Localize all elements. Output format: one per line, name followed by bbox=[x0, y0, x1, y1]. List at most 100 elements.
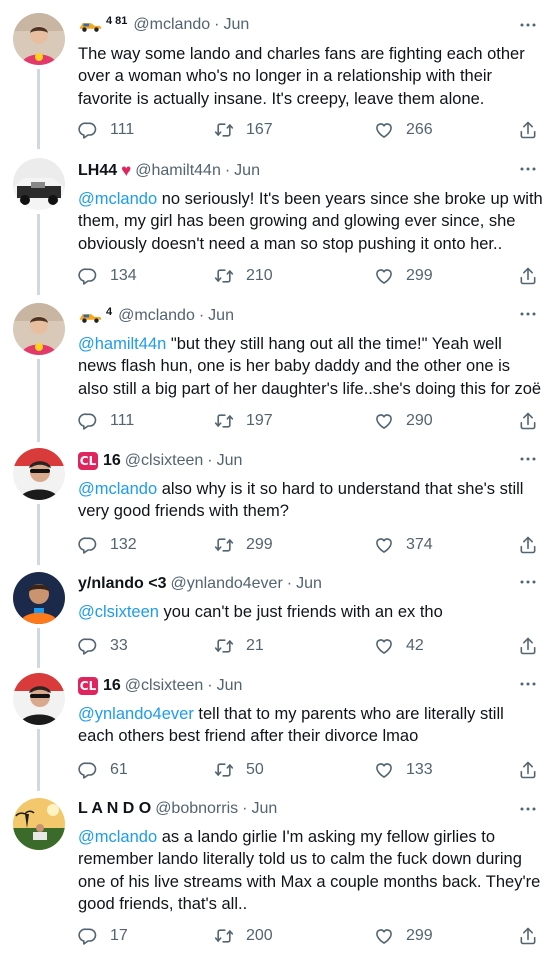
tweet-actions: 33 21 42 bbox=[78, 635, 538, 657]
like-count: 290 bbox=[406, 412, 433, 429]
timestamp[interactable]: Jun bbox=[296, 575, 322, 593]
timestamp[interactable]: Jun bbox=[208, 307, 234, 325]
tweet-header: 4 81 @mclando · Jun bbox=[78, 14, 249, 36]
reply-button[interactable]: 17 bbox=[78, 925, 128, 947]
mention-link[interactable]: @ynlando4ever bbox=[78, 705, 194, 723]
retweet-button[interactable]: 200 bbox=[214, 925, 273, 947]
display-name[interactable]: 4 81 bbox=[106, 15, 129, 34]
display-name[interactable]: LH44 bbox=[78, 162, 117, 180]
like-icon bbox=[374, 120, 394, 140]
timestamp[interactable]: Jun bbox=[223, 16, 249, 34]
display-name[interactable]: 16 bbox=[103, 452, 121, 470]
tweet[interactable]: CL 16 @clsixteen · Jun @mclando also why… bbox=[0, 438, 555, 565]
timestamp[interactable]: Jun bbox=[217, 677, 243, 695]
display-name[interactable]: L A N D O bbox=[78, 800, 151, 818]
display-name[interactable]: 16 bbox=[103, 677, 121, 695]
reply-button[interactable]: 61 bbox=[78, 759, 128, 781]
like-button[interactable]: 374 bbox=[374, 534, 433, 556]
avatar[interactable] bbox=[13, 448, 65, 500]
share-button[interactable] bbox=[518, 265, 538, 287]
mention-link[interactable]: @hamilt44n bbox=[78, 335, 166, 353]
avatar[interactable] bbox=[13, 303, 65, 355]
retweet-count: 167 bbox=[246, 121, 273, 138]
more-options-icon[interactable] bbox=[517, 800, 539, 818]
timestamp[interactable]: Jun bbox=[234, 162, 260, 180]
share-button[interactable] bbox=[518, 635, 538, 657]
like-button[interactable]: 266 bbox=[374, 119, 433, 141]
tweet[interactable]: L A N D O @bobnorris · Jun @mclando as a… bbox=[0, 788, 555, 960]
tweet-text: @mclando also why is it so hard to under… bbox=[78, 478, 544, 523]
timestamp[interactable]: Jun bbox=[217, 452, 243, 470]
user-handle[interactable]: @ynlando4ever bbox=[170, 575, 282, 593]
user-handle[interactable]: @mclando bbox=[118, 307, 195, 325]
avatar[interactable] bbox=[13, 13, 65, 65]
reply-button[interactable]: 132 bbox=[78, 534, 137, 556]
like-count: 374 bbox=[406, 536, 433, 553]
retweet-button[interactable]: 210 bbox=[214, 265, 273, 287]
share-button[interactable] bbox=[518, 119, 538, 141]
share-icon bbox=[518, 760, 538, 780]
share-button[interactable] bbox=[518, 759, 538, 781]
like-icon bbox=[374, 411, 394, 431]
retweet-icon bbox=[214, 760, 234, 780]
reply-button[interactable]: 111 bbox=[78, 410, 134, 432]
like-button[interactable]: 290 bbox=[374, 410, 433, 432]
avatar[interactable] bbox=[13, 572, 65, 624]
avatar[interactable] bbox=[13, 158, 65, 210]
share-button[interactable] bbox=[518, 925, 538, 947]
reply-button[interactable]: 134 bbox=[78, 265, 137, 287]
avatar[interactable] bbox=[13, 673, 65, 725]
more-options-icon[interactable] bbox=[517, 305, 539, 323]
user-handle[interactable]: @clsixteen bbox=[125, 677, 204, 695]
tweet[interactable]: y/nlando <3 @ynlando4ever · Jun @clsixte… bbox=[0, 562, 555, 668]
mention-link[interactable]: @clsixteen bbox=[78, 603, 159, 621]
mention-link[interactable]: @mclando bbox=[78, 828, 157, 846]
user-handle[interactable]: @bobnorris bbox=[155, 800, 238, 818]
mention-link[interactable]: @mclando bbox=[78, 480, 157, 498]
like-icon bbox=[374, 535, 394, 555]
tweet-text: @hamilt44n "but they still hang out all … bbox=[78, 333, 544, 400]
user-handle[interactable]: @mclando bbox=[133, 16, 210, 34]
retweet-icon bbox=[214, 926, 234, 946]
user-handle[interactable]: @clsixteen bbox=[125, 452, 204, 470]
more-options-icon[interactable] bbox=[517, 573, 539, 591]
tweet-body: you can't be just friends with an ex tho bbox=[158, 603, 443, 621]
like-icon bbox=[374, 760, 394, 780]
like-button[interactable]: 42 bbox=[374, 635, 424, 657]
tweet-text: @ynlando4ever tell that to my parents wh… bbox=[78, 703, 544, 748]
more-options-icon[interactable] bbox=[517, 160, 539, 178]
share-button[interactable] bbox=[518, 534, 538, 556]
tweet[interactable]: CL 16 @clsixteen · Jun @ynlando4ever tel… bbox=[0, 664, 555, 791]
thread-connector-line bbox=[37, 628, 40, 668]
like-count: 299 bbox=[406, 267, 433, 284]
retweet-button[interactable]: 21 bbox=[214, 635, 264, 657]
retweet-button[interactable]: 50 bbox=[214, 759, 264, 781]
share-button[interactable] bbox=[518, 410, 538, 432]
display-name[interactable]: 4 bbox=[106, 306, 114, 325]
retweet-button[interactable]: 197 bbox=[214, 410, 273, 432]
tweet[interactable]: 4 81 @mclando · Jun The way some lando a… bbox=[0, 0, 555, 149]
reply-button[interactable]: 111 bbox=[78, 119, 134, 141]
reply-count: 33 bbox=[110, 637, 128, 654]
tweet[interactable]: LH44 ♥ @hamilt44n · Jun @mclando no seri… bbox=[0, 146, 555, 295]
display-name[interactable]: y/nlando <3 bbox=[78, 575, 166, 593]
like-button[interactable]: 133 bbox=[374, 759, 433, 781]
tweet-header: CL 16 @clsixteen · Jun bbox=[78, 450, 242, 472]
reply-button[interactable]: 33 bbox=[78, 635, 128, 657]
mention-link[interactable]: @mclando bbox=[78, 190, 157, 208]
separator-dot: · bbox=[224, 162, 231, 179]
more-options-icon[interactable] bbox=[517, 450, 539, 468]
like-button[interactable]: 299 bbox=[374, 265, 433, 287]
tweet[interactable]: 4 @mclando · Jun @hamilt44n "but they st… bbox=[0, 292, 555, 442]
timestamp[interactable]: Jun bbox=[251, 800, 277, 818]
separator-dot: · bbox=[286, 575, 293, 592]
avatar[interactable] bbox=[13, 798, 65, 850]
retweet-button[interactable]: 299 bbox=[214, 534, 273, 556]
like-count: 42 bbox=[406, 637, 424, 654]
share-icon bbox=[518, 120, 538, 140]
retweet-button[interactable]: 167 bbox=[214, 119, 273, 141]
more-options-icon[interactable] bbox=[517, 16, 539, 34]
user-handle[interactable]: @hamilt44n bbox=[135, 162, 221, 180]
more-options-icon[interactable] bbox=[517, 675, 539, 693]
like-button[interactable]: 299 bbox=[374, 925, 433, 947]
